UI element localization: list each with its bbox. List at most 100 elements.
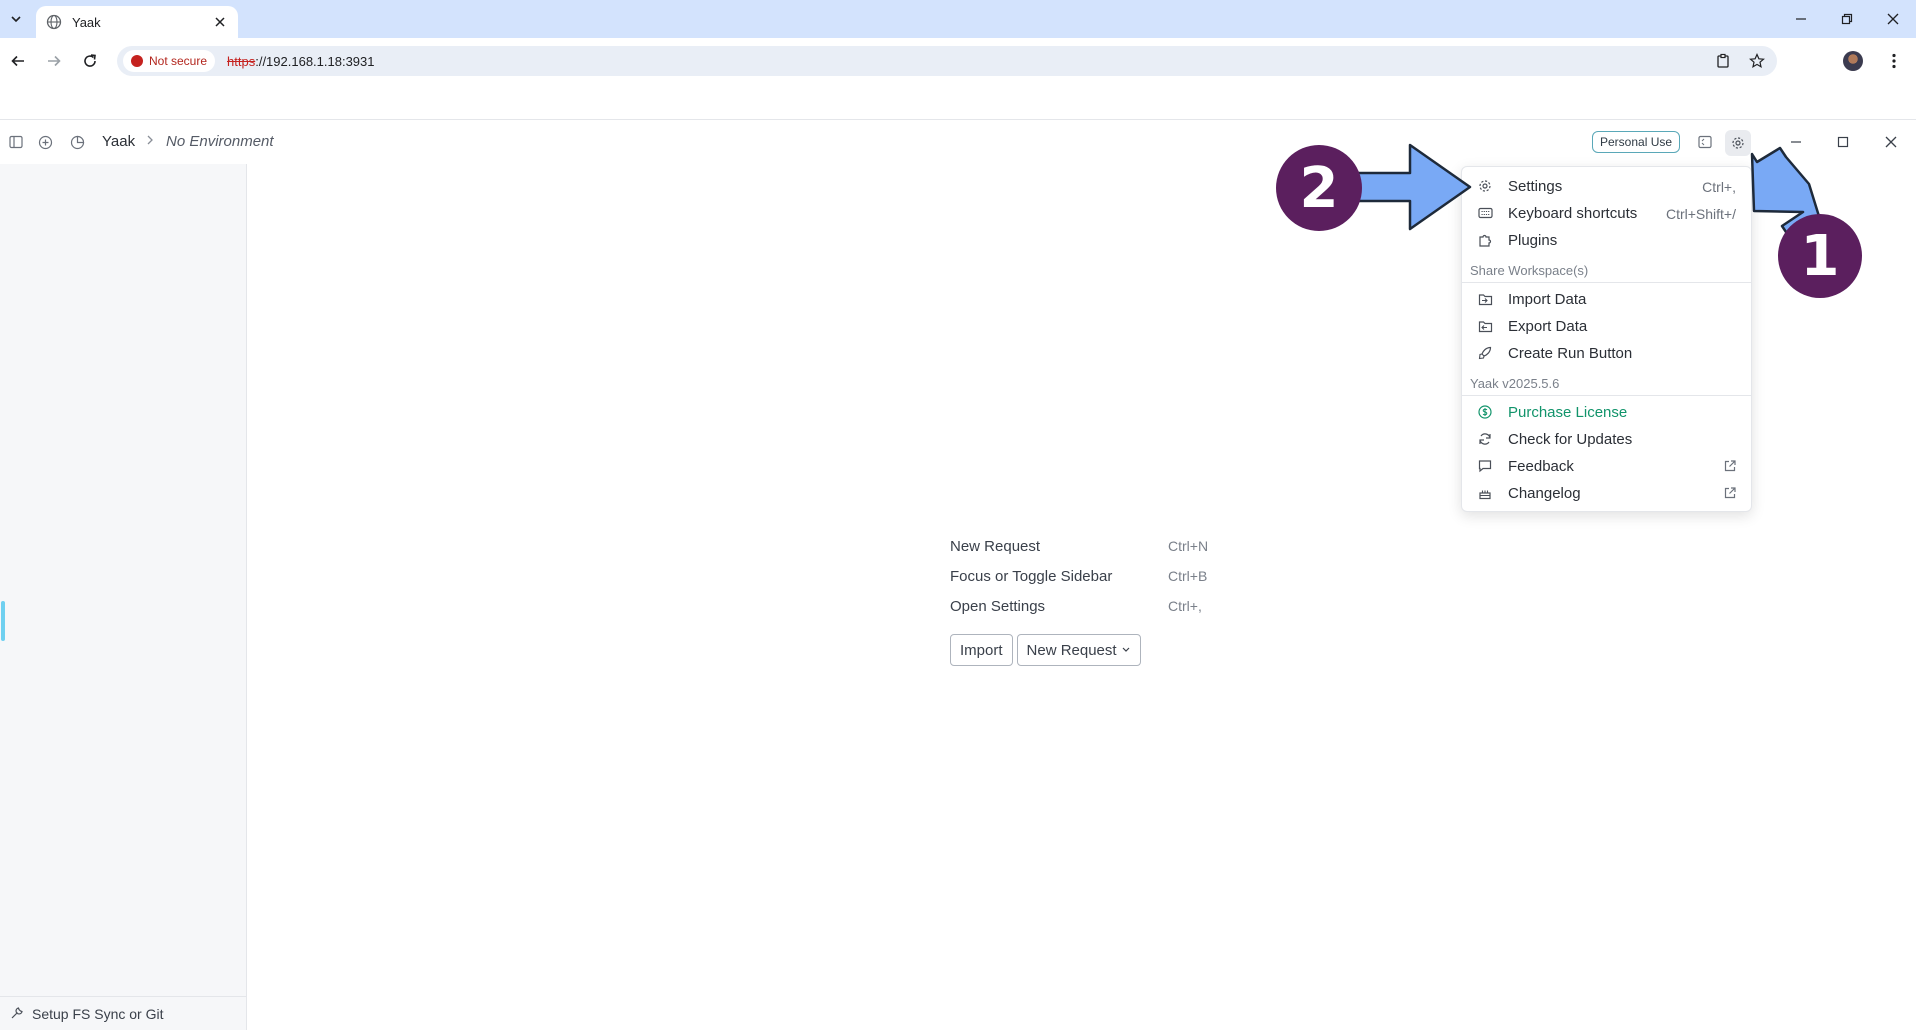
restore-icon[interactable] (1824, 0, 1870, 38)
browser-tab-title: Yaak (72, 14, 101, 30)
shortcut-row: Open Settings Ctrl+, (950, 592, 1202, 622)
app-maximize-icon[interactable] (1831, 130, 1855, 154)
wrench-icon (10, 1006, 26, 1022)
shortcut-row: Focus or Toggle Sidebar Ctrl+B (950, 562, 1207, 592)
dollar-circle-icon (1477, 404, 1493, 420)
address-bar[interactable]: Not secure https://192.168.1.18:3931 (117, 46, 1777, 76)
shortcut-label: Focus or Toggle Sidebar (950, 568, 1113, 585)
refresh-icon (1477, 431, 1493, 447)
reload-icon[interactable] (76, 47, 104, 75)
forward-icon[interactable] (40, 47, 68, 75)
callout-step-1: 1 (1778, 214, 1862, 298)
browser-menu-icon[interactable] (1880, 47, 1908, 75)
tab-search-button[interactable] (4, 6, 28, 32)
terminal-icon[interactable] (1693, 130, 1717, 154)
environment-selector[interactable]: No Environment (166, 133, 274, 150)
url-text: https://192.168.1.18:3931 (227, 54, 374, 69)
shortcut-key: Ctrl+B (1168, 568, 1208, 584)
close-tab-icon[interactable] (212, 14, 228, 30)
menu-item-create-run-button[interactable]: Create Run Button (1462, 340, 1751, 367)
menu-section-label: Share Workspace(s) (1470, 263, 1589, 278)
chevron-right-icon (145, 133, 155, 149)
menu-item-shortcut: Ctrl+Shift+/ (1665, 206, 1736, 222)
menu-section-label: Yaak v2025.5.6 (1470, 376, 1560, 391)
sidebar-footer-label: Setup FS Sync or Git (32, 1005, 164, 1022)
menu-item-label: Create Run Button (1508, 345, 1633, 362)
new-request-button[interactable]: New Request (1016, 634, 1141, 666)
shortcut-label: New Request (950, 538, 1041, 555)
settings-dropdown-menu: Settings Ctrl+, Keyboard shortcuts Ctrl+… (1461, 166, 1752, 512)
new-request-label: New Request (1026, 641, 1117, 659)
cake-icon (1477, 485, 1493, 501)
puzzle-icon (1477, 232, 1493, 248)
shortcut-row: New Request Ctrl+N (950, 532, 1208, 562)
bookmark-star-icon[interactable] (1743, 47, 1771, 75)
message-icon (1477, 458, 1493, 474)
url-host: ://192.168.1.18:3931 (255, 53, 375, 69)
url-scheme: https (227, 53, 256, 69)
sidebar-footer-sync[interactable]: Setup FS Sync or Git (0, 996, 246, 1030)
menu-item-label: Purchase License (1508, 404, 1628, 421)
menu-section-share: Share Workspace(s) (1462, 254, 1751, 283)
menu-item-label: Plugins (1508, 232, 1558, 249)
back-icon[interactable] (4, 47, 32, 75)
menu-item-import-data[interactable]: Import Data (1462, 286, 1751, 313)
external-link-icon (1723, 486, 1737, 500)
folder-output-icon (1477, 318, 1493, 334)
minimize-icon[interactable] (1778, 0, 1824, 38)
empty-state-actions: Import New Request (950, 634, 1141, 666)
menu-item-plugins[interactable]: Plugins (1462, 227, 1751, 254)
omnibox-actions (1709, 46, 1771, 76)
browser-window-controls (1778, 0, 1916, 38)
history-icon[interactable] (68, 133, 86, 151)
folder-input-icon (1477, 291, 1493, 307)
gear-icon (1732, 137, 1744, 149)
shortcut-label: Open Settings (950, 598, 1046, 615)
rocket-icon (1477, 345, 1493, 361)
keyboard-icon (1477, 205, 1493, 221)
browser-tab[interactable]: Yaak (36, 6, 238, 38)
menu-item-label: Export Data (1508, 318, 1588, 335)
license-badge[interactable]: Personal Use (1592, 131, 1681, 153)
workspace-name[interactable]: Yaak (102, 133, 135, 150)
app-header: Yaak No Environment Personal Use (0, 120, 1916, 164)
browser-toolbar: Not secure https://192.168.1.18:3931 (0, 38, 1916, 84)
menu-item-label: Import Data (1508, 291, 1587, 308)
menu-item-shortcut: Ctrl+, (1702, 179, 1736, 195)
settings-menu-button[interactable] (1725, 130, 1751, 156)
external-link-icon (1723, 459, 1737, 473)
security-chip[interactable]: Not secure (123, 50, 216, 72)
import-button[interactable]: Import (950, 634, 1013, 666)
menu-item-feedback[interactable]: Feedback (1462, 453, 1751, 480)
warning-icon (131, 55, 143, 67)
menu-item-keyboard-shortcuts[interactable]: Keyboard shortcuts Ctrl+Shift+/ (1462, 200, 1751, 227)
menu-item-label: Check for Updates (1508, 431, 1633, 448)
menu-item-label: Keyboard shortcuts (1508, 205, 1638, 222)
menu-item-settings[interactable]: Settings Ctrl+, (1462, 173, 1751, 200)
menu-section-version: Yaak v2025.5.6 (1462, 367, 1751, 396)
menu-item-label: Feedback (1508, 458, 1574, 475)
menu-item-purchase-license[interactable]: Purchase License (1462, 399, 1751, 426)
sidebar-resize-handle[interactable] (1, 601, 5, 641)
menu-item-export-data[interactable]: Export Data (1462, 313, 1751, 340)
menu-item-label: Settings (1508, 178, 1563, 195)
profile-avatar[interactable] (1843, 51, 1863, 71)
add-circle-icon[interactable] (36, 133, 54, 151)
yaak-app: Yaak No Environment Personal Use Setup F… (0, 119, 1916, 1030)
sidebar-toggle-icon[interactable] (7, 133, 25, 151)
chevron-down-icon (1122, 647, 1129, 652)
security-label: Not secure (149, 54, 208, 68)
install-app-icon[interactable] (1709, 47, 1737, 75)
sidebar: Setup FS Sync or Git (0, 164, 247, 1030)
app-minimize-icon[interactable] (1784, 130, 1808, 154)
shortcut-key: Ctrl+, (1168, 598, 1202, 614)
close-window-icon[interactable] (1870, 0, 1916, 38)
empty-state: New Request Ctrl+N Focus or Toggle Sideb… (950, 532, 1208, 666)
app-close-icon[interactable] (1879, 130, 1903, 154)
shortcut-key: Ctrl+N (1168, 538, 1209, 554)
menu-item-check-updates[interactable]: Check for Updates (1462, 426, 1751, 453)
chevron-down-icon (11, 16, 21, 23)
browser-tab-strip: Yaak (0, 0, 1916, 38)
globe-icon (46, 14, 62, 30)
menu-item-changelog[interactable]: Changelog (1462, 480, 1751, 507)
